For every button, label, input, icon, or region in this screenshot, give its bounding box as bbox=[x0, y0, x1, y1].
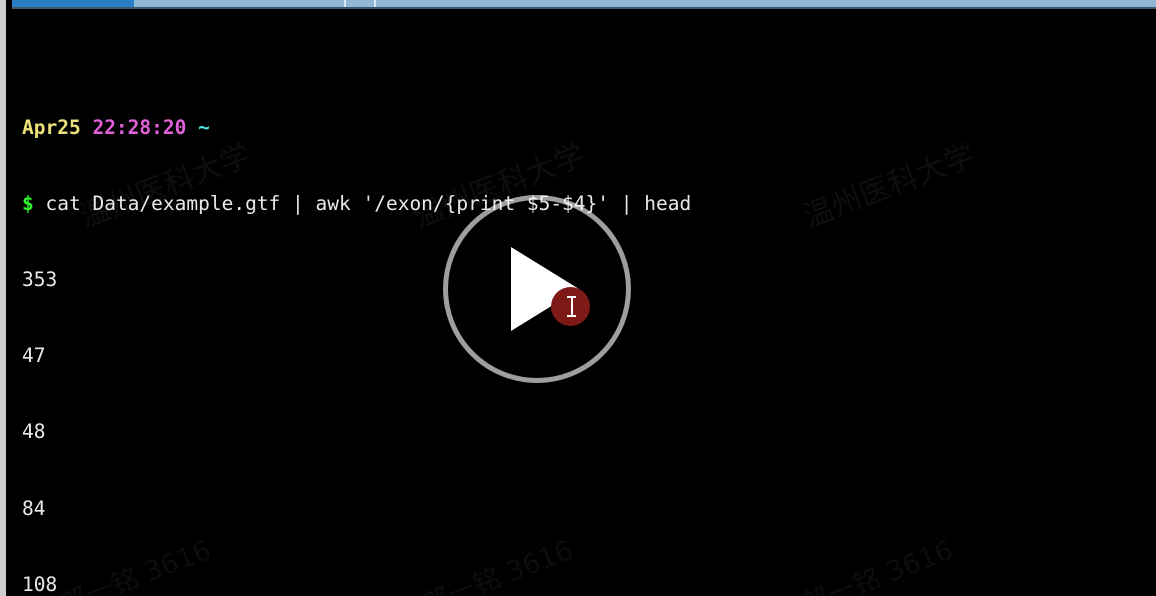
prompt-symbol: $ bbox=[22, 191, 34, 215]
command-text: cat Data/example.gtf | awk '/exon/{print… bbox=[45, 191, 692, 215]
output-line: 84 bbox=[22, 496, 46, 520]
output-line: 108 bbox=[22, 572, 58, 596]
prompt-date: Apr25 bbox=[22, 115, 81, 139]
play-button[interactable] bbox=[443, 195, 631, 383]
prompt-time: 22:28:20 bbox=[92, 115, 187, 139]
video-seek-bar[interactable] bbox=[12, 0, 1156, 7]
video-seek-progress bbox=[12, 0, 134, 7]
video-frame: Apr25 22:28:20 ~ $ cat Data/example.gtf … bbox=[0, 0, 1156, 596]
output-line: 48 bbox=[22, 420, 46, 444]
ibeam-cursor-icon bbox=[567, 294, 576, 319]
seek-chapter-tick bbox=[344, 0, 346, 7]
video-player-screenshot: Apr25 22:28:20 ~ $ cat Data/example.gtf … bbox=[0, 0, 1156, 596]
seek-chapter-tick bbox=[374, 0, 376, 7]
prompt-line: Apr25 22:28:20 ~ bbox=[22, 115, 1156, 140]
prompt-cwd: ~ bbox=[198, 115, 210, 139]
